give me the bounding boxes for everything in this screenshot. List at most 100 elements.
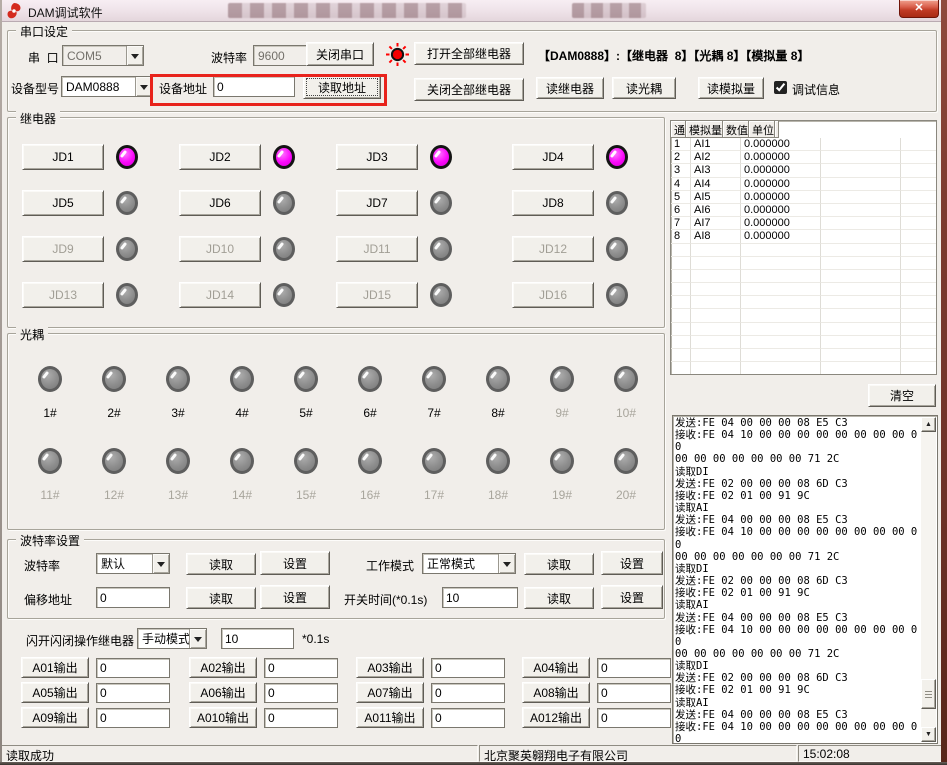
- ao-value-input[interactable]: [264, 708, 338, 728]
- ao-output-button[interactable]: A05输出: [21, 682, 89, 703]
- ao-value-input[interactable]: [431, 658, 505, 678]
- relay-button[interactable]: JD1: [22, 144, 104, 170]
- relay-button[interactable]: JD3: [336, 144, 418, 170]
- relay-button[interactable]: JD11: [336, 236, 418, 262]
- ao-value-input[interactable]: [597, 658, 671, 678]
- table-row-empty[interactable]: [671, 323, 936, 336]
- relay-button[interactable]: JD4: [512, 144, 594, 170]
- ao-value-input[interactable]: [597, 708, 671, 728]
- ao-value-input[interactable]: [431, 708, 505, 728]
- ao-value-input[interactable]: [96, 708, 170, 728]
- device-address-input[interactable]: [213, 76, 295, 97]
- relay-button[interactable]: JD12: [512, 236, 594, 262]
- read-switchtime-button[interactable]: 读取: [524, 587, 594, 609]
- ao-value-input[interactable]: [431, 683, 505, 703]
- open-all-relays-button[interactable]: 打开全部继电器: [414, 42, 524, 65]
- table-row[interactable]: 5 AI5 0.000000: [671, 191, 936, 204]
- set-offset-button[interactable]: 设置: [260, 585, 330, 609]
- ao-value-input[interactable]: [96, 683, 170, 703]
- baud-select[interactable]: 默认: [96, 553, 170, 574]
- ao-output-button[interactable]: A08输出: [522, 682, 590, 703]
- table-row-empty[interactable]: [671, 362, 936, 375]
- work-mode-select[interactable]: 正常模式: [422, 553, 516, 574]
- table-row[interactable]: 3 AI3 0.000000: [671, 164, 936, 177]
- relay-button[interactable]: JD14: [179, 282, 261, 308]
- ao-output-button[interactable]: A04输出: [522, 657, 590, 678]
- relay-button[interactable]: JD8: [512, 190, 594, 216]
- analog-table-header-cell[interactable]: 数值: [723, 121, 749, 138]
- set-switchtime-button[interactable]: 设置: [601, 585, 663, 609]
- table-row-empty[interactable]: [671, 349, 936, 362]
- analog-table-header-cell[interactable]: [775, 121, 779, 138]
- scrollbar-thumb[interactable]: [921, 679, 936, 709]
- offset-address-input[interactable]: [96, 587, 170, 608]
- table-row[interactable]: 4 AI4 0.000000: [671, 178, 936, 191]
- table-row-empty[interactable]: [671, 336, 936, 349]
- analog-table-header-cell[interactable]: 模拟量: [686, 121, 723, 138]
- ao-output-button[interactable]: A07输出: [356, 682, 424, 703]
- ao-value-input[interactable]: [264, 658, 338, 678]
- set-baud-button[interactable]: 设置: [260, 551, 330, 575]
- chevron-down-icon[interactable]: [152, 554, 169, 573]
- ao-output-button[interactable]: A012输出: [522, 707, 590, 728]
- table-row-empty[interactable]: [671, 270, 936, 283]
- read-workmode-button[interactable]: 读取: [524, 553, 594, 575]
- ao-output-button[interactable]: A06输出: [189, 682, 257, 703]
- relay-button[interactable]: JD15: [336, 282, 418, 308]
- close-serial-button[interactable]: 关闭串口: [306, 42, 374, 66]
- ao-value-input[interactable]: [96, 658, 170, 678]
- chevron-down-icon[interactable]: [498, 554, 515, 573]
- close-button[interactable]: ✕: [899, 0, 939, 18]
- debug-info-checkbox[interactable]: [774, 81, 787, 94]
- analog-table-header-cell[interactable]: 通: [671, 121, 686, 138]
- log-scrollbar[interactable]: ▲ ▼: [921, 417, 936, 742]
- ao-output-button[interactable]: A011输出: [356, 707, 424, 728]
- read-opto-button[interactable]: 读光耦: [612, 77, 676, 99]
- clear-log-button[interactable]: 清空: [868, 384, 936, 407]
- serial-port-combo[interactable]: COM5: [62, 45, 144, 66]
- read-offset-button[interactable]: 读取: [186, 587, 256, 609]
- table-row[interactable]: 8 AI8 0.000000: [671, 230, 936, 243]
- ao-output-button[interactable]: A02输出: [189, 657, 257, 678]
- table-row-empty[interactable]: [671, 296, 936, 309]
- chevron-down-icon[interactable]: [135, 77, 152, 96]
- read-analog-button[interactable]: 读模拟量: [698, 77, 764, 99]
- relay-button[interactable]: JD5: [22, 190, 104, 216]
- table-row[interactable]: 6 AI6 0.000000: [671, 204, 936, 217]
- table-row-empty[interactable]: [671, 244, 936, 257]
- ao-output-button[interactable]: A01输出: [21, 657, 89, 678]
- chevron-down-icon[interactable]: [189, 629, 206, 648]
- relay-button[interactable]: JD9: [22, 236, 104, 262]
- ao-output-button[interactable]: A010输出: [189, 707, 257, 728]
- ao-output-button[interactable]: A09输出: [21, 707, 89, 728]
- flash-mode-select[interactable]: 手动模式: [137, 628, 207, 649]
- relay-button[interactable]: JD10: [179, 236, 261, 262]
- relay-button[interactable]: JD6: [179, 190, 261, 216]
- close-all-relays-button[interactable]: 关闭全部继电器: [414, 78, 524, 101]
- scrollbar-up-icon[interactable]: ▲: [921, 417, 936, 432]
- device-model-combo[interactable]: DAM0888: [61, 76, 153, 97]
- relay-button[interactable]: JD16: [512, 282, 594, 308]
- table-row[interactable]: 1 AI1 0.000000: [671, 138, 936, 151]
- analog-table-header-cell[interactable]: 单位: [749, 121, 775, 138]
- relay-button[interactable]: JD7: [336, 190, 418, 216]
- table-row-empty[interactable]: [671, 257, 936, 270]
- set-workmode-button[interactable]: 设置: [601, 551, 663, 575]
- table-row-empty[interactable]: [671, 283, 936, 296]
- relay-button[interactable]: JD13: [22, 282, 104, 308]
- chevron-down-icon[interactable]: [126, 46, 143, 65]
- scrollbar-down-icon[interactable]: ▼: [921, 727, 936, 742]
- table-row-empty[interactable]: [671, 309, 936, 322]
- flash-time-input[interactable]: [221, 628, 294, 649]
- ao-value-input[interactable]: [264, 683, 338, 703]
- ao-value-input[interactable]: [597, 683, 671, 703]
- read-baud-button[interactable]: 读取: [186, 553, 256, 575]
- read-relays-button[interactable]: 读继电器: [536, 77, 604, 99]
- comm-log-text[interactable]: 发送:FE 04 00 00 00 08 E5 C3 接收:FE 04 10 0…: [675, 417, 920, 743]
- table-row[interactable]: 7 AI7 0.000000: [671, 217, 936, 230]
- ao-output-button[interactable]: A03输出: [356, 657, 424, 678]
- read-address-button[interactable]: 读取地址: [303, 75, 381, 99]
- switch-time-input[interactable]: [442, 587, 518, 608]
- relay-button[interactable]: JD2: [179, 144, 261, 170]
- table-row[interactable]: 2 AI2 0.000000: [671, 151, 936, 164]
